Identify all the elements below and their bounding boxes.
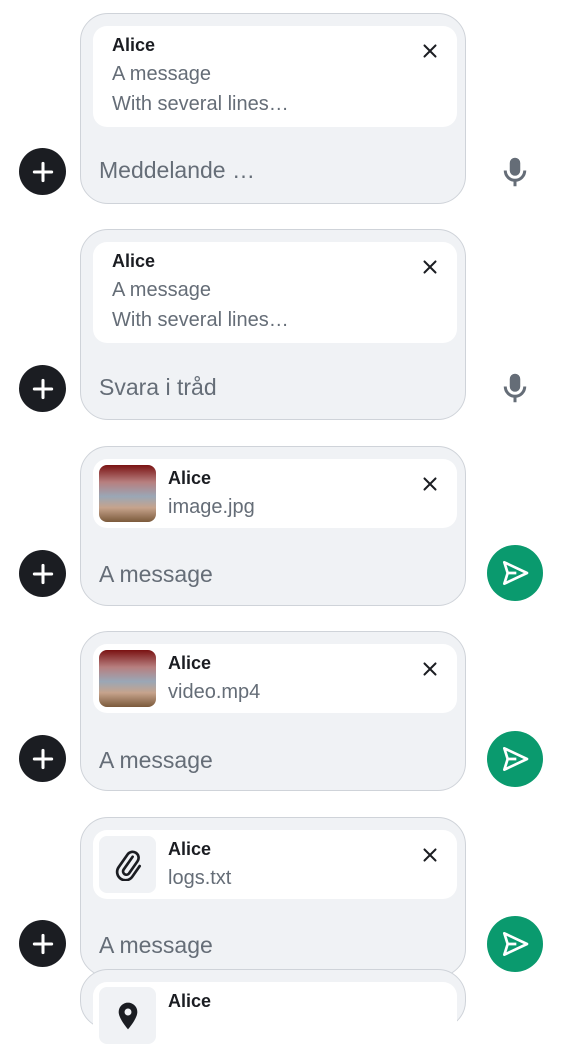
reply-preview-card: Alice video.mp4 [93, 644, 457, 713]
reply-sender-name: Alice [168, 653, 212, 673]
plus-icon [32, 748, 53, 769]
send-button[interactable] [487, 545, 543, 601]
location-pin-icon [118, 1002, 137, 1029]
reply-preview-card: Alice [93, 982, 457, 1051]
reply-message-line: With several lines… [112, 93, 289, 115]
message-input[interactable]: Svara i tråd [99, 374, 217, 401]
image-thumbnail [99, 465, 156, 522]
composer-box: Alice logs.txt A message [80, 817, 466, 977]
send-icon [503, 747, 529, 771]
plus-icon [32, 161, 53, 182]
reply-message-line: A message [112, 63, 211, 85]
plus-icon [32, 378, 53, 399]
reply-preview-card: Alice A message With several lines… [93, 26, 457, 127]
location-thumbnail [99, 987, 156, 1044]
message-input[interactable]: A message [99, 747, 213, 774]
send-icon [503, 932, 529, 956]
add-button[interactable] [19, 920, 66, 967]
reply-message-line: With several lines… [112, 309, 289, 331]
file-thumbnail [99, 836, 156, 893]
attachment-filename: image.jpg [168, 496, 255, 518]
reply-message-line: A message [112, 279, 211, 301]
reply-sender-name: Alice [112, 251, 156, 271]
attachment-filename: logs.txt [168, 867, 232, 889]
video-thumbnail [99, 650, 156, 707]
add-button[interactable] [19, 148, 66, 195]
reply-preview-card: Alice image.jpg [93, 459, 457, 528]
mic-icon[interactable] [497, 370, 533, 406]
add-button[interactable] [19, 550, 66, 597]
message-input[interactable]: Meddelande … [99, 157, 255, 184]
close-icon[interactable] [419, 658, 441, 680]
send-button[interactable] [487, 916, 543, 972]
mic-icon[interactable] [497, 154, 533, 190]
message-input[interactable]: A message [99, 561, 213, 588]
composer-box: Alice A message With several lines… Svar… [80, 229, 466, 420]
plus-icon [32, 933, 53, 954]
reply-sender-name: Alice [168, 991, 212, 1011]
add-button[interactable] [19, 735, 66, 782]
close-icon[interactable] [419, 844, 441, 866]
composer-box: Alice image.jpg A message [80, 446, 466, 606]
message-input[interactable]: A message [99, 932, 213, 959]
composer-box: Alice A message With several lines… Medd… [80, 13, 466, 204]
plus-icon [32, 563, 53, 584]
paperclip-icon [115, 849, 141, 881]
send-icon [503, 561, 529, 585]
reply-preview-card: Alice A message With several lines… [93, 242, 457, 343]
reply-sender-name: Alice [168, 468, 212, 488]
composer-box: Alice video.mp4 A message [80, 631, 466, 791]
add-button[interactable] [19, 365, 66, 412]
reply-sender-name: Alice [168, 839, 212, 859]
close-icon[interactable] [419, 473, 441, 495]
close-icon[interactable] [419, 256, 441, 278]
reply-sender-name: Alice [112, 35, 156, 55]
reply-preview-card: Alice logs.txt [93, 830, 457, 899]
close-icon[interactable] [419, 40, 441, 62]
attachment-filename: video.mp4 [168, 681, 261, 703]
send-button[interactable] [487, 731, 543, 787]
composer-box: Alice [80, 969, 466, 1051]
